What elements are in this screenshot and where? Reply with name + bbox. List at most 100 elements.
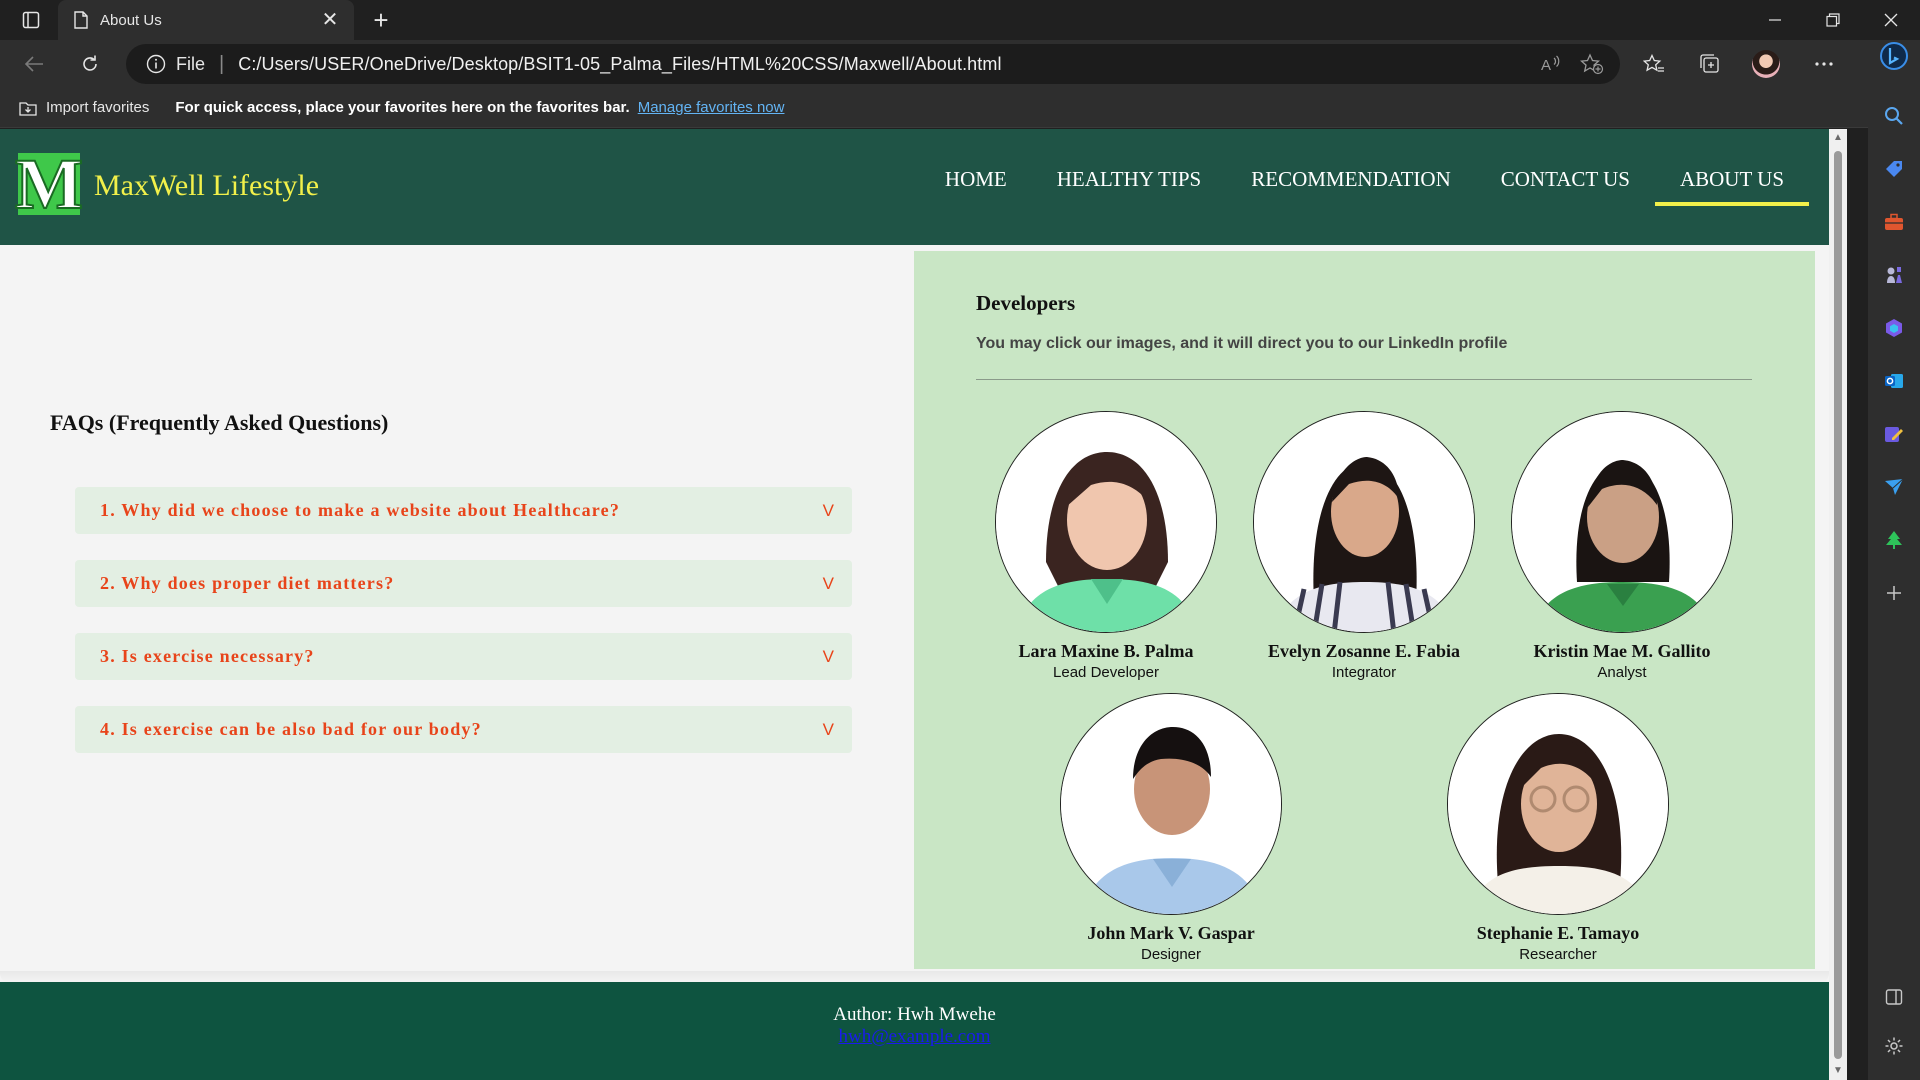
refresh-icon[interactable] — [72, 48, 108, 80]
developer-photo-linkedin-link[interactable] — [1253, 411, 1475, 633]
restore-icon[interactable] — [1804, 0, 1862, 40]
scroll-thumb[interactable] — [1834, 151, 1842, 1059]
footer-author: Author: Hwh Mwehe — [833, 1004, 996, 1025]
nav-healthy-tips[interactable]: HEALTHY TIPS — [1032, 159, 1227, 206]
faq-question: 3. Is exercise necessary? — [100, 646, 315, 666]
scroll-down-icon[interactable]: ▼ — [1832, 1066, 1844, 1076]
developer-card: Kristin Mae M. Gallito Analyst — [1502, 411, 1742, 681]
chevron-down-icon: V — [822, 500, 834, 520]
developer-role: Designer — [1140, 946, 1202, 963]
site-logo[interactable]: M — [14, 147, 84, 221]
developer-role: Integrator — [1331, 664, 1397, 681]
favorites-bar: Import favorites For quick access, place… — [0, 88, 1920, 128]
scroll-up-icon[interactable]: ▲ — [1832, 133, 1844, 143]
page-icon — [74, 11, 88, 29]
chevron-down-icon: V — [822, 719, 834, 739]
address-bar[interactable]: File | C:/Users/USER/OneDrive/Desktop/BS… — [126, 44, 1620, 84]
search-icon[interactable] — [1878, 100, 1910, 132]
favorites-icon[interactable] — [1636, 48, 1672, 80]
address-separator: | — [219, 52, 225, 75]
read-aloud-icon[interactable]: A — [1540, 54, 1562, 74]
import-favorites-label: Import favorites — [46, 99, 150, 116]
tab-close-icon[interactable]: ✕ — [318, 10, 342, 30]
back-arrow-icon[interactable] — [16, 48, 52, 80]
info-icon[interactable] — [146, 54, 166, 74]
developer-role: Lead Developer — [1053, 664, 1159, 681]
edge-sidebar — [1868, 40, 1920, 1080]
developer-card: Stephanie E. Tamayo Researcher — [1438, 693, 1678, 963]
address-scheme: File — [176, 53, 206, 74]
developer-name: Stephanie E. Tamayo — [1476, 923, 1640, 943]
browser-tab[interactable]: About Us ✕ — [58, 0, 354, 40]
chevron-down-icon: V — [822, 646, 834, 666]
site-header: M MaxWell Lifestyle HOME HEALTHY TIPS RE… — [0, 129, 1829, 245]
developer-card: John Mark V. Gaspar Designer — [1051, 693, 1291, 963]
footer-email-link[interactable]: hwh@example.com — [838, 1026, 990, 1048]
nav-contact-us[interactable]: CONTACT US — [1476, 159, 1655, 206]
send-icon[interactable] — [1878, 471, 1910, 503]
developer-photo-linkedin-link[interactable] — [1511, 411, 1733, 633]
chevron-down-icon: V — [822, 573, 834, 593]
svg-text:A: A — [1541, 57, 1551, 74]
developer-name: John Mark V. Gaspar — [1087, 923, 1255, 943]
add-favorite-icon[interactable] — [1580, 53, 1604, 75]
collections-icon[interactable] — [1692, 48, 1728, 80]
developers-subtitle: You may click our images, and it will di… — [976, 335, 1508, 352]
divider — [976, 379, 1752, 380]
faq-item[interactable]: 1. Why did we choose to make a website a… — [75, 487, 852, 534]
developers-panel: Developers You may click our images, and… — [914, 251, 1815, 969]
faq-question: 1. Why did we choose to make a website a… — [100, 500, 621, 520]
add-sidebar-app-icon[interactable] — [1878, 577, 1910, 609]
faq-item[interactable]: 4. Is exercise can be also bad for our b… — [75, 706, 852, 753]
developer-role: Analyst — [1597, 664, 1647, 681]
window-controls — [1746, 0, 1920, 40]
profile-avatar[interactable] — [1748, 48, 1784, 80]
more-menu-icon[interactable] — [1806, 48, 1842, 80]
developer-card: Lara Maxine B. Palma Lead Developer — [986, 411, 1226, 681]
page-viewport: M MaxWell Lifestyle HOME HEALTHY TIPS RE… — [0, 129, 1829, 1080]
nav-recommendation[interactable]: RECOMMENDATION — [1226, 159, 1476, 206]
address-bar-actions: A — [1540, 48, 1604, 80]
manage-favorites-link[interactable]: Manage favorites now — [638, 99, 785, 116]
outlook-icon[interactable] — [1878, 365, 1910, 397]
games-icon[interactable] — [1878, 259, 1910, 291]
import-favorites-button[interactable]: Import favorites — [18, 99, 149, 117]
faq-item[interactable]: 2. Why does proper diet matters? V — [75, 560, 852, 607]
developer-photo-linkedin-link[interactable] — [1447, 693, 1669, 915]
nav-about-us[interactable]: ABOUT US — [1654, 159, 1810, 206]
designer-icon[interactable] — [1878, 418, 1910, 450]
bing-copilot-icon[interactable] — [1878, 40, 1910, 72]
import-icon — [19, 101, 37, 116]
tab-title: About Us — [100, 11, 162, 29]
tree-icon[interactable] — [1878, 524, 1910, 556]
browser-toolbar: File | C:/Users/USER/OneDrive/Desktop/BS… — [0, 40, 1920, 88]
developer-name: Evelyn Zosanne E. Fabia — [1267, 641, 1461, 661]
minimize-icon[interactable] — [1746, 0, 1804, 40]
address-url[interactable]: C:/Users/USER/OneDrive/Desktop/BSIT1-05_… — [238, 54, 1001, 75]
page-scrollbar[interactable]: ▲ ▼ — [1829, 129, 1847, 1080]
site-footer: Author: Hwh Mwehe hwh@example.com — [0, 982, 1829, 1080]
developers-title: Developers — [976, 291, 1076, 315]
tab-actions-icon[interactable] — [14, 6, 48, 34]
developer-photo-linkedin-link[interactable] — [1060, 693, 1282, 915]
faq-item[interactable]: 3. Is exercise necessary? V — [75, 633, 852, 680]
faq-question: 4. Is exercise can be also bad for our b… — [100, 719, 482, 739]
developer-card: Evelyn Zosanne E. Fabia Integrator — [1244, 411, 1484, 681]
faq-section: FAQs (Frequently Asked Questions) 1. Why… — [0, 245, 914, 1080]
faq-question: 2. Why does proper diet matters? — [100, 573, 395, 593]
new-tab-icon[interactable]: + — [364, 4, 398, 36]
browser-tab-bar: About Us ✕ + — [0, 0, 1920, 40]
developer-photo-linkedin-link[interactable] — [995, 411, 1217, 633]
faq-title: FAQs (Frequently Asked Questions) — [50, 410, 389, 435]
favorites-hint: For quick access, place your favorites h… — [175, 99, 630, 116]
settings-gear-icon[interactable] — [1878, 1030, 1910, 1062]
tools-icon[interactable] — [1878, 206, 1910, 238]
main-nav: HOME HEALTHY TIPS RECOMMENDATION CONTACT… — [920, 159, 1810, 206]
close-window-icon[interactable] — [1862, 0, 1920, 40]
shopping-tag-icon[interactable] — [1878, 153, 1910, 185]
nav-home[interactable]: HOME — [920, 159, 1032, 206]
microsoft-365-icon[interactable] — [1878, 312, 1910, 344]
developer-name: Kristin Mae M. Gallito — [1533, 641, 1711, 661]
site-brand[interactable]: MaxWell Lifestyle — [94, 169, 319, 203]
hide-sidebar-icon[interactable] — [1878, 981, 1910, 1013]
